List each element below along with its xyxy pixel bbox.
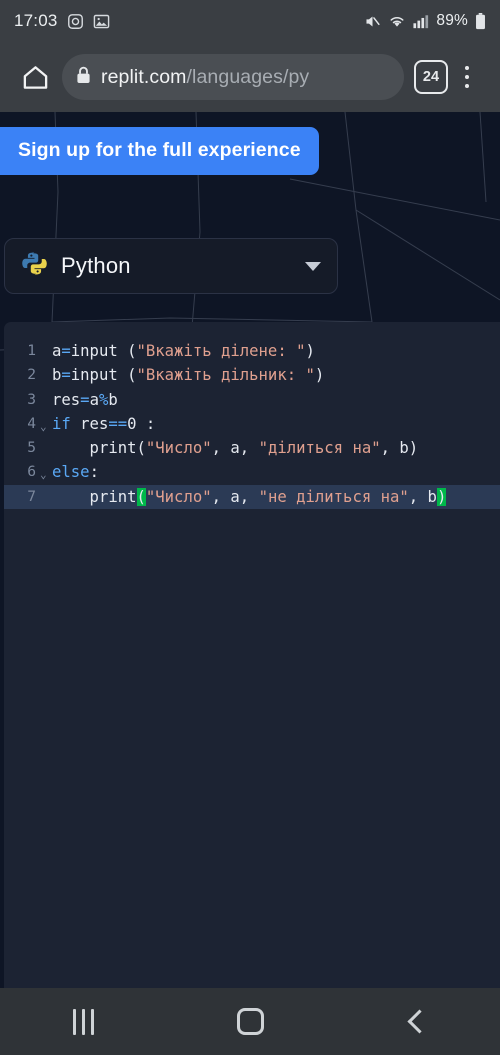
code-token: input ( [70,342,137,360]
code-token: : [136,414,156,433]
line-number: 7 [27,487,36,505]
code-token: b [108,390,118,409]
code-lines[interactable]: 1 a=input ("Вкажіть ділене: ") 2 b=input ("… [4,339,500,510]
code-text: b=input ("Вкажіть дільник: ") [52,363,324,387]
code-token: ) [436,487,447,506]
code-token: = [80,390,90,409]
code-token: res [52,390,81,409]
status-bar-left: 17:03 [14,11,110,31]
code-line[interactable]: 7 print("Число", a, "не ділиться на", b) [4,484,500,510]
code-line[interactable]: 4 ⌄ if res==0 : [4,412,500,436]
line-number: 3 [27,390,36,408]
code-line[interactable]: 2 b=input ("Вкажіть дільник: ") [4,363,500,387]
code-token: b [52,366,62,385]
code-text: if res==0 : [52,412,155,436]
code-token: "не ділиться на" [258,487,409,506]
code-line[interactable]: 1 a=input ("Вкажіть ділене: ") [4,339,500,363]
url-path: /languages/py [186,65,310,88]
mute-icon [364,13,381,30]
code-token: print( [52,439,146,458]
home-icon[interactable] [14,56,56,98]
wifi-icon [388,13,406,29]
code-token: "Вкажіть ділене: " [136,342,306,360]
recents-icon[interactable] [0,988,167,1055]
code-line[interactable]: 3 res=a%b [4,388,500,412]
cellular-signal-icon [413,14,429,29]
code-editor[interactable]: 1 a=input ("Вкажіть ділене: ") 2 b=input ("… [4,322,500,988]
signup-button[interactable]: Sign up for the full experience [0,127,319,175]
line-number: 1 [27,342,36,359]
code-token: print [52,487,137,506]
code-token: 0 [127,414,137,433]
python-logo-icon [21,250,48,282]
code-token: , b) [380,439,419,458]
line-number: 4 [27,414,36,432]
line-number: 6 [27,463,36,481]
chevron-down-icon[interactable] [305,261,321,271]
tab-counter-button[interactable]: 24 [414,60,448,94]
home-square-icon[interactable] [167,988,334,1055]
code-token: "Число" [145,487,212,506]
code-token: % [98,390,109,409]
language-value: Python [61,253,131,278]
code-token: res [70,414,109,433]
battery-icon [475,12,486,30]
lock-icon [76,66,91,89]
kebab-menu-icon[interactable] [448,56,486,98]
code-line[interactable]: 6 ⌄ else: [4,460,500,484]
code-token: ( [136,487,146,506]
code-text: res=a%b [52,388,118,412]
code-token: = [61,366,71,385]
status-bar: 17:03 89% [0,0,500,42]
code-token: = [61,342,71,360]
web-page-content: Sign up for the full experience Python 1… [0,112,500,988]
instagram-icon [67,13,84,30]
status-bar-right: 89% [364,12,486,30]
code-token: else [52,463,90,482]
code-token: ) [305,342,315,360]
code-token: , a, [211,439,259,458]
code-token: "ділиться на" [258,439,381,458]
code-text: print("Число", a, "ділиться на", b) [52,436,419,460]
back-chevron-icon[interactable] [333,988,500,1055]
code-token: : [89,463,99,482]
code-token: input ( [70,366,137,385]
gallery-icon [93,13,110,30]
system-navigation-bar [0,988,500,1055]
code-token: a [52,342,62,360]
code-token: == [108,414,128,433]
code-token: , a, [211,487,259,506]
phone-screen: 17:03 89% replit.com/languages/py 24 Sig… [0,0,500,1055]
code-line[interactable]: 5 print("Число", a, "ділиться на", b) [4,436,500,460]
code-token: "Число" [145,439,212,458]
code-token: if [52,414,71,433]
code-text: else: [52,460,99,484]
browser-toolbar: replit.com/languages/py 24 [0,42,500,112]
line-number: 5 [27,439,36,457]
battery-percentage: 89% [436,12,468,29]
status-time: 17:03 [14,11,58,30]
language-selector[interactable]: Python [4,238,338,294]
code-text: print("Число", a, "не ділиться на", b) [52,485,447,509]
code-token: , b [408,487,437,506]
url-text: replit.com/languages/py [101,66,309,89]
url-domain: replit.com [101,65,187,88]
code-token: ) [314,366,325,385]
code-token: a [89,390,99,409]
line-number: 2 [27,366,36,384]
url-bar[interactable]: replit.com/languages/py [62,54,404,100]
code-token: "Вкажіть дільник: " [136,366,315,385]
code-text: a=input ("Вкажіть ділене: ") [52,339,315,363]
